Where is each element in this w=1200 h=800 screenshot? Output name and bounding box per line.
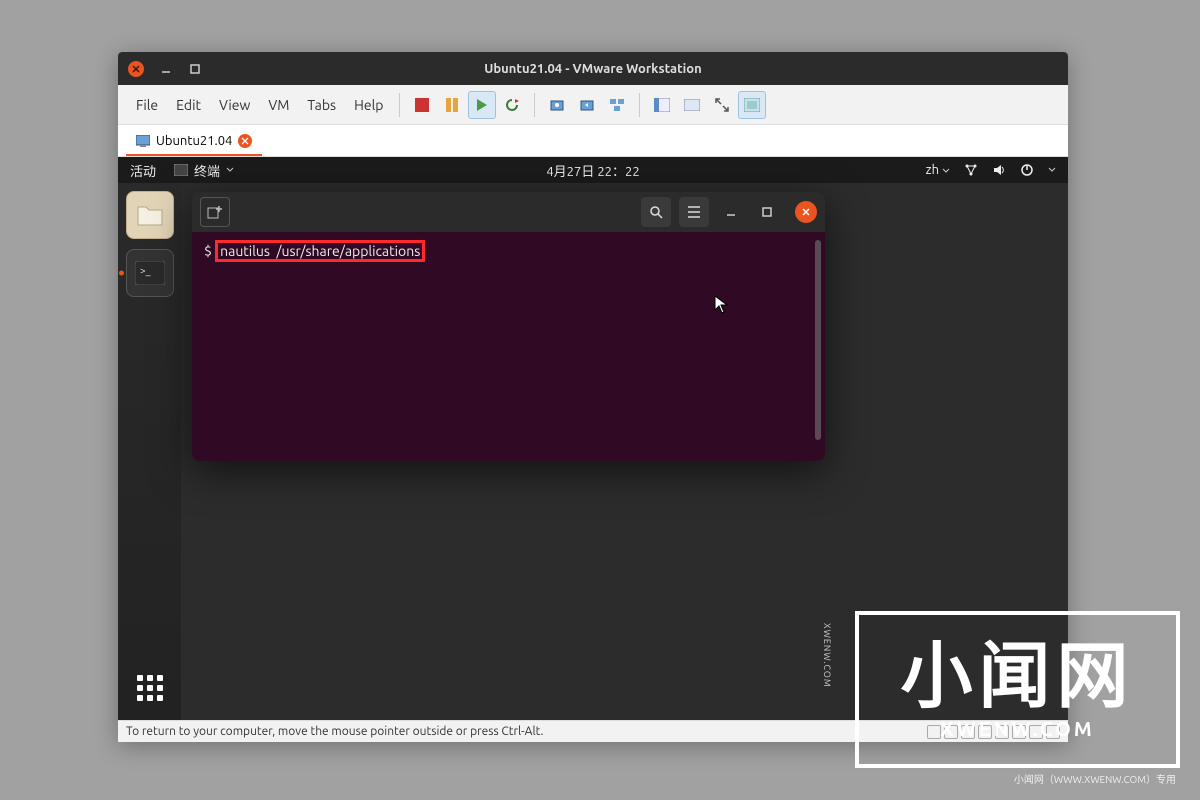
new-tab-button[interactable]: [200, 197, 230, 227]
volume-icon[interactable]: [992, 163, 1006, 177]
power-icon[interactable]: [1020, 163, 1034, 177]
thumbnail-icon[interactable]: [678, 91, 706, 119]
play-icon[interactable]: [468, 91, 496, 119]
vm-icon: [136, 135, 150, 147]
terminal-body[interactable]: $ nautilus /usr/share/applications: [192, 232, 825, 461]
terminal-headerbar: [192, 192, 825, 232]
status-message: To return to your computer, move the mou…: [126, 725, 543, 738]
menu-view[interactable]: View: [211, 93, 258, 117]
vmware-menubar: File Edit View VM Tabs Help: [118, 85, 1068, 125]
menu-help[interactable]: Help: [346, 93, 391, 117]
network-icon[interactable]: [964, 163, 978, 177]
vmware-titlebar: Ubuntu21.04 - VMware Workstation: [118, 52, 1068, 85]
menu-vm[interactable]: VM: [260, 93, 297, 117]
show-applications-button[interactable]: [132, 670, 168, 706]
terminal-close-button[interactable]: [795, 201, 817, 223]
chevron-down-icon: [942, 168, 950, 174]
dock-item-files[interactable]: [126, 191, 174, 239]
terminal-icon: >_: [135, 261, 165, 285]
app-menu-label: 终端: [194, 161, 220, 180]
pause-icon[interactable]: [438, 91, 466, 119]
command-highlight: nautilus /usr/share/applications: [215, 240, 425, 262]
chevron-down-icon: [226, 167, 234, 173]
hamburger-menu-button[interactable]: [679, 197, 709, 227]
snapshot-manager-icon[interactable]: [603, 91, 631, 119]
gnome-dock: >_: [118, 183, 181, 720]
chevron-down-icon: [1048, 167, 1056, 173]
prompt-symbol: $: [204, 243, 212, 259]
watermark-small: 小闻网（WWW.XWENW.COM）专用: [1014, 771, 1176, 786]
language-indicator[interactable]: zh: [926, 163, 950, 177]
menu-file[interactable]: File: [128, 93, 166, 117]
search-icon: [649, 205, 663, 219]
vm-tab-close-button[interactable]: [238, 134, 252, 148]
gnome-topbar: 活动 终端 4月27日 22：22 zh: [118, 157, 1068, 183]
snapshot-revert-icon[interactable]: [573, 91, 601, 119]
snapshot-icon[interactable]: [543, 91, 571, 119]
terminal-scrollbar[interactable]: [815, 240, 821, 440]
watermark-en: XWENW.COM: [940, 717, 1094, 740]
vmware-title: Ubuntu21.04 - VMware Workstation: [484, 62, 701, 76]
vm-tab-label: Ubuntu21.04: [156, 134, 232, 148]
menu-tabs[interactable]: Tabs: [299, 93, 344, 117]
activities-button[interactable]: 活动: [130, 161, 156, 180]
dock-item-terminal[interactable]: >_: [126, 249, 174, 297]
watermark-side: XWENW.COM: [822, 623, 832, 688]
unity-icon[interactable]: [738, 91, 766, 119]
svg-text:>_: >_: [140, 265, 151, 276]
window-maximize-button[interactable]: [188, 62, 202, 76]
restart-icon[interactable]: [498, 91, 526, 119]
fullscreen-icon[interactable]: [708, 91, 736, 119]
terminal-maximize-button[interactable]: [753, 198, 781, 226]
show-console-icon[interactable]: [648, 91, 676, 119]
search-button[interactable]: [641, 197, 671, 227]
menu-edit[interactable]: Edit: [168, 93, 209, 117]
terminal-minimize-button[interactable]: [717, 198, 745, 226]
hamburger-icon: [687, 206, 701, 218]
window-minimize-button[interactable]: [159, 62, 173, 76]
power-off-icon[interactable]: [408, 91, 436, 119]
terminal-app-icon: [174, 164, 188, 176]
watermark-cn: 小闻网: [900, 639, 1134, 711]
terminal-window: $ nautilus /usr/share/applications: [192, 192, 825, 461]
datetime-label[interactable]: 4月27日 22：22: [546, 161, 639, 180]
window-close-button[interactable]: [128, 61, 144, 77]
vm-tab[interactable]: Ubuntu21.04: [126, 128, 262, 156]
folder-icon: [136, 203, 164, 227]
command-text: nautilus /usr/share/applications: [220, 243, 420, 259]
vmware-tabs: Ubuntu21.04: [118, 125, 1068, 157]
app-menu[interactable]: 终端: [174, 161, 234, 180]
watermark-box: 小闻网 XWENW.COM: [855, 611, 1180, 768]
